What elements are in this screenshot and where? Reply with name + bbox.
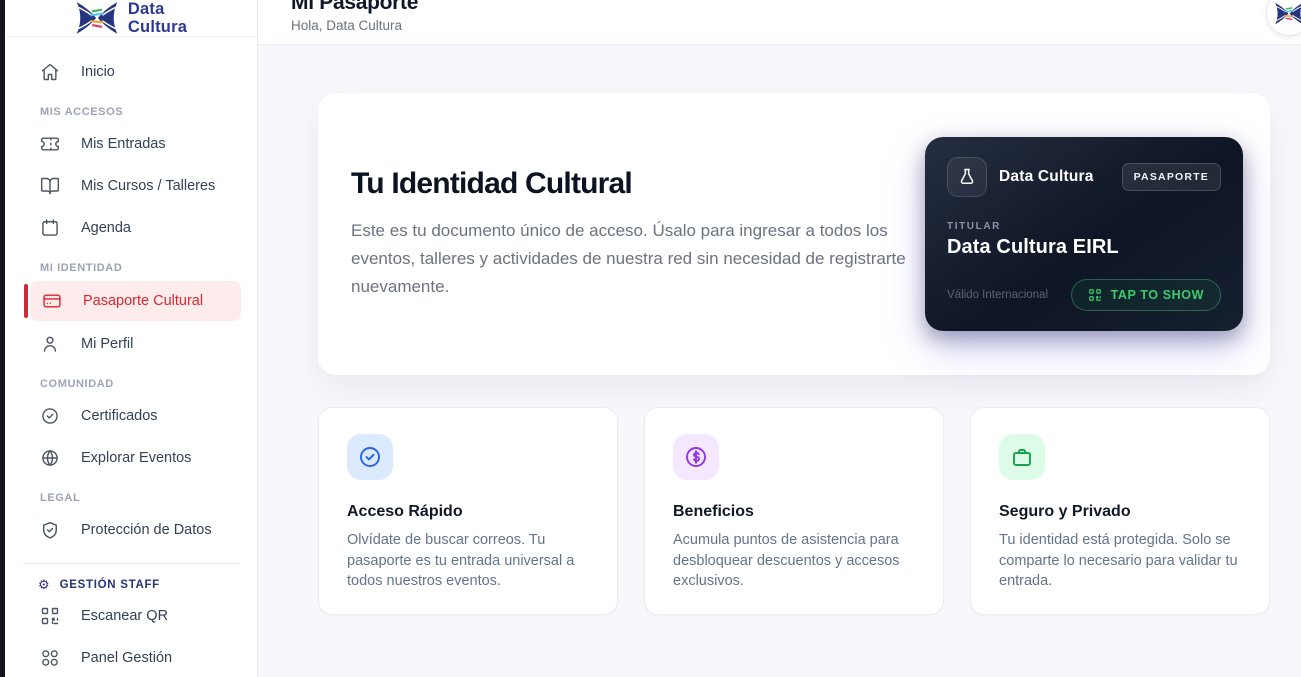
window-edge bbox=[0, 0, 5, 677]
brand: Data Cultura bbox=[5, 0, 257, 38]
passport-badge: PASAPORTE bbox=[1121, 163, 1221, 191]
hero-title: Tu Identidad Cultural bbox=[351, 166, 633, 200]
hero-copy: Tu Identidad Cultural Este es tu documen… bbox=[351, 167, 916, 301]
sidebar-item-label: Pasaporte Cultural bbox=[83, 293, 204, 310]
shield-check-icon bbox=[40, 520, 60, 540]
section-mi-identidad: MI IDENTIDAD bbox=[40, 262, 123, 275]
active-indicator bbox=[24, 284, 28, 319]
sidebar-item-mi-perfil[interactable]: Mi Perfil bbox=[5, 323, 257, 365]
holder-name: Data Cultura EIRL bbox=[947, 236, 1119, 258]
content: Tu Identidad Cultural Este es tu documen… bbox=[258, 45, 1301, 677]
grid-icon bbox=[40, 648, 60, 668]
tap-to-show-label: TAP TO SHOW bbox=[1110, 288, 1204, 302]
brand-name: Data Cultura bbox=[127, 0, 188, 37]
feature-card-acceso-rapido: Acceso Rápido Olvídate de buscar correos… bbox=[318, 407, 618, 615]
sidebar-item-label: Mis Cursos / Talleres bbox=[81, 178, 216, 195]
page-greeting: Hola, Data Cultura bbox=[291, 18, 403, 33]
page-header: Mi Pasaporte Hola, Data Cultura bbox=[258, 0, 1301, 45]
sidebar-item-escanear-qr[interactable]: Escanear QR bbox=[5, 595, 257, 637]
sidebar-item-label: Panel Gestión bbox=[81, 650, 173, 667]
sidebar-item-mis-cursos[interactable]: Mis Cursos / Talleres bbox=[5, 165, 257, 207]
main-area: Mi Pasaporte Hola, Data Cultura Tu Ident… bbox=[258, 0, 1301, 677]
ticket-icon bbox=[40, 134, 60, 154]
feature-description: Tu identidad está protegida. Solo se com… bbox=[999, 532, 1238, 590]
feature-cards: Acceso Rápido Olvídate de buscar correos… bbox=[318, 407, 1270, 615]
sidebar-item-label: Explorar Eventos bbox=[81, 450, 192, 467]
passport-card: Data Cultura PASAPORTE TITULAR Data Cult… bbox=[925, 137, 1243, 331]
hero-description: Este es tu documento único de acceso. Ús… bbox=[351, 220, 906, 297]
badge-check-icon bbox=[40, 406, 60, 426]
section-mis-accesos: MIS ACCESOS bbox=[40, 106, 124, 119]
section-legal: LEGAL bbox=[40, 492, 81, 505]
sidebar-item-label: Certificados bbox=[81, 408, 158, 425]
calendar-icon bbox=[40, 218, 60, 238]
check-circle-icon bbox=[347, 434, 393, 480]
staff-section-header: ⚙ GESTIÓN STAFF bbox=[5, 566, 257, 595]
qr-code-icon bbox=[40, 606, 60, 626]
flask-icon bbox=[947, 157, 987, 197]
feature-title: Beneficios bbox=[673, 503, 754, 520]
qr-code-icon bbox=[1088, 288, 1102, 302]
feature-card-seguro-privado: Seguro y Privado Tu identidad está prote… bbox=[970, 407, 1270, 615]
feature-title: Acceso Rápido bbox=[347, 503, 463, 520]
sidebar-item-label: Escanear QR bbox=[81, 608, 169, 625]
gear-icon: ⚙ bbox=[38, 577, 50, 593]
sidebar-divider bbox=[23, 563, 239, 565]
sidebar-item-mis-entradas[interactable]: Mis Entradas bbox=[5, 123, 257, 165]
home-icon bbox=[40, 62, 60, 82]
tap-to-show-button[interactable]: TAP TO SHOW bbox=[1070, 279, 1221, 311]
sidebar-item-explorar-eventos[interactable]: Explorar Eventos bbox=[5, 437, 257, 479]
sidebar-item-label: Inicio bbox=[81, 64, 115, 81]
feature-description: Olvídate de buscar correos. Tu pasaporte… bbox=[347, 532, 575, 590]
app-root: Data Cultura Inicio MIS ACCESOS Mis Entr… bbox=[0, 0, 1301, 677]
page-title: Mi Pasaporte bbox=[291, 0, 419, 14]
sidebar-item-proteccion-datos[interactable]: Protección de Datos bbox=[5, 509, 257, 551]
holder-label: TITULAR bbox=[947, 221, 1001, 232]
sidebar-item-label: Mi Perfil bbox=[81, 336, 134, 353]
sidebar-item-panel-gestion[interactable]: Panel Gestión bbox=[5, 637, 257, 677]
sidebar-item-label: Protección de Datos bbox=[81, 522, 212, 539]
section-comunidad: COMUNIDAD bbox=[40, 378, 114, 391]
validity-label: Válido Internacional bbox=[947, 289, 1049, 301]
passport-holder-block: TITULAR Data Cultura EIRL bbox=[947, 221, 1221, 259]
staff-section-label: GESTIÓN STAFF bbox=[59, 578, 160, 591]
sidebar: Data Cultura Inicio MIS ACCESOS Mis Entr… bbox=[0, 0, 258, 677]
briefcase-icon bbox=[999, 434, 1045, 480]
card-icon bbox=[42, 291, 62, 311]
user-icon bbox=[40, 334, 60, 354]
feature-title: Seguro y Privado bbox=[999, 503, 1131, 520]
hero-card: Tu Identidad Cultural Este es tu documen… bbox=[318, 93, 1270, 375]
sidebar-item-label: Agenda bbox=[81, 220, 131, 237]
sidebar-item-pasaporte-cultural[interactable]: Pasaporte Cultural bbox=[24, 281, 241, 322]
sidebar-nav: Inicio MIS ACCESOS Mis Entradas Mis Curs… bbox=[5, 37, 257, 677]
globe-icon bbox=[40, 448, 60, 468]
feature-card-beneficios: Beneficios Acumula puntos de asistencia … bbox=[644, 407, 944, 615]
brand-logo-icon bbox=[75, 0, 119, 36]
sidebar-item-certificados[interactable]: Certificados bbox=[5, 395, 257, 437]
passport-card-header: Data Cultura PASAPORTE bbox=[947, 157, 1221, 197]
feature-description: Acumula puntos de asistencia para desblo… bbox=[673, 532, 900, 590]
book-open-icon bbox=[40, 176, 60, 196]
brand-logo-icon bbox=[1275, 2, 1301, 24]
sidebar-item-label: Mis Entradas bbox=[81, 136, 166, 153]
dollar-circle-icon bbox=[673, 434, 719, 480]
sidebar-item-agenda[interactable]: Agenda bbox=[5, 207, 257, 249]
sidebar-item-inicio[interactable]: Inicio bbox=[5, 51, 257, 93]
passport-brand: Data Cultura bbox=[999, 168, 1094, 185]
passport-card-footer: Válido Internacional TAP TO SHOW bbox=[947, 279, 1221, 311]
